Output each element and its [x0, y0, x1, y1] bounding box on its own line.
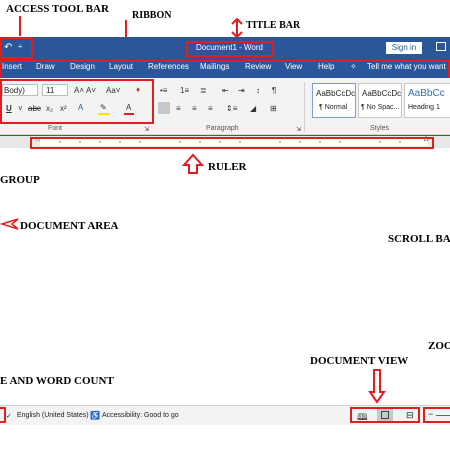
font-dialog-launcher-icon[interactable]: ⇲ — [144, 125, 149, 135]
style-normal-preview: AaBbCcDc — [316, 89, 356, 98]
annotation-title-bar: TITLE BAR — [246, 20, 301, 31]
align-right-icon[interactable]: ≡ — [192, 104, 197, 114]
style-no-spacing-preview: AaBbCcDc — [362, 89, 402, 98]
annotation-ruler: RULER — [208, 161, 247, 173]
increase-indent-icon[interactable]: ⇥ — [238, 86, 245, 96]
highlight-quick-access — [0, 37, 33, 59]
annotation-scroll-bar: SCROLL BA — [388, 233, 450, 245]
language-indicator[interactable]: English (United States) — [17, 412, 89, 419]
style-no-spacing-name: ¶ No Spac... — [361, 104, 400, 111]
arrow-ruler-icon — [182, 153, 204, 174]
arrow-document-view-icon — [368, 369, 386, 404]
sign-in-button[interactable]: Sign in — [386, 42, 422, 54]
numbering-icon[interactable]: 1≡ — [180, 86, 189, 96]
style-heading-1-name: Heading 1 — [408, 104, 440, 111]
annotation-group: GROUP — [0, 174, 40, 186]
arrow-document-area-icon — [0, 218, 19, 230]
bullets-icon[interactable]: •≡ — [160, 86, 167, 96]
accessibility-status[interactable]: Accessibility: Good to go — [102, 412, 179, 419]
accessibility-icon: ♿ — [90, 411, 100, 420]
style-normal[interactable]: AaBbCcDc ¶ Normal — [312, 83, 356, 118]
styles-group-label: Styles — [370, 125, 390, 132]
center-icon[interactable]: ≡ — [176, 104, 181, 114]
paragraph-dialog-launcher-icon[interactable]: ⇲ — [296, 125, 301, 135]
spelling-icon[interactable]: ✓ — [6, 412, 12, 420]
show-marks-icon[interactable]: ¶ — [272, 86, 276, 96]
line-spacing-icon[interactable]: ⇕≡ — [226, 104, 237, 114]
annotation-ribbon: RIBBON — [132, 10, 172, 21]
arrow-quick-access-icon — [19, 16, 21, 36]
annotation-document-area: DOCUMENT AREA — [20, 220, 119, 232]
highlight-font-group — [0, 79, 154, 124]
annotation-zoom: ZOO — [428, 340, 450, 352]
highlight-page-word-count — [0, 407, 6, 423]
arrow-title-bar-icon — [231, 18, 243, 38]
paragraph-group-label: Paragraph — [206, 125, 239, 132]
sort-icon[interactable]: ↕ — [256, 86, 260, 96]
annotation-document-view: DOCUMENT VIEW — [310, 355, 409, 367]
annotated-word-screenshot: ACCESS TOOL BAR RIBBON TITLE BAR ↶ ÷ Doc… — [0, 0, 450, 450]
decrease-indent-icon[interactable]: ⇤ — [222, 86, 229, 96]
align-left-icon[interactable] — [158, 102, 170, 114]
style-heading-1-preview: AaBbCc — [408, 88, 445, 99]
style-heading-1[interactable]: AaBbCc Heading 1 — [404, 83, 450, 118]
highlight-zoom — [423, 407, 450, 423]
highlight-ruler — [30, 137, 434, 149]
borders-icon[interactable]: ⊞ — [270, 104, 277, 114]
annotation-page-word-count: E AND WORD COUNT — [0, 375, 114, 387]
highlight-title — [186, 41, 274, 57]
justify-icon[interactable]: ≡ — [208, 104, 213, 114]
style-no-spacing[interactable]: AaBbCcDc ¶ No Spac... — [358, 83, 402, 118]
group-divider — [304, 82, 305, 132]
font-group-label: Font — [48, 125, 63, 132]
highlight-document-view — [350, 407, 420, 423]
style-normal-name: ¶ Normal — [319, 104, 348, 111]
multilevel-list-icon[interactable]: ≣ — [200, 86, 207, 96]
ribbon-display-options-icon[interactable] — [436, 42, 446, 51]
shading-icon[interactable]: ◢ — [250, 104, 256, 114]
